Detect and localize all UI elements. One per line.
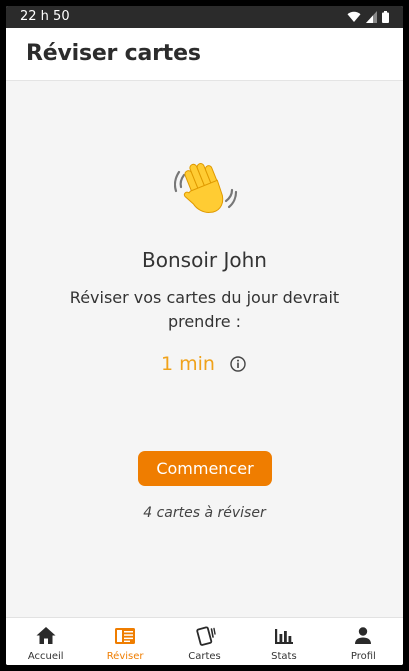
signal-icon — [366, 11, 377, 23]
nav-label: Stats — [271, 651, 297, 662]
review-duration-text: Réviser vos cartes du jour devrait prend… — [69, 288, 340, 331]
cards-to-review-count: 4 cartes à réviser — [143, 505, 266, 521]
start-button[interactable]: Commencer — [138, 451, 272, 486]
bottom-navigation: Accueil Réviser Cartes Stats Profil — [6, 617, 403, 665]
nav-label: Accueil — [27, 651, 64, 662]
page-title: Réviser cartes — [26, 41, 201, 66]
nav-item-cartes[interactable]: Cartes — [165, 618, 244, 665]
review-duration: 1 min — [161, 353, 215, 375]
nav-label: Réviser — [106, 651, 144, 662]
status-icons — [347, 10, 389, 24]
battery-icon — [382, 11, 389, 23]
review-panel: Bonsoir John Réviser vos cartes du jour … — [6, 81, 403, 617]
app-bar: Réviser cartes — [6, 28, 403, 81]
stats-icon — [274, 629, 293, 644]
home-icon — [36, 627, 56, 644]
duration-row: 1 min — [6, 351, 403, 377]
waving-hand-icon — [174, 163, 238, 213]
status-time: 22 h 50 — [20, 9, 70, 24]
wifi-icon — [347, 11, 361, 22]
review-icon — [115, 628, 136, 644]
nav-label: Profil — [350, 651, 376, 662]
nav-label: Cartes — [188, 651, 221, 662]
nav-item-reviser[interactable]: Réviser — [85, 618, 164, 665]
status-bar: 22 h 50 — [6, 6, 403, 28]
nav-item-accueil[interactable]: Accueil — [6, 618, 85, 665]
info-icon[interactable] — [230, 356, 246, 372]
cards-icon — [195, 626, 216, 646]
phone-screen: 22 h 50 Réviser cartes Bonsoir John Révi… — [6, 6, 403, 665]
profile-icon — [355, 627, 372, 644]
nav-item-profil[interactable]: Profil — [324, 618, 403, 665]
greeting: Bonsoir John — [142, 248, 267, 272]
nav-item-stats[interactable]: Stats — [244, 618, 323, 665]
